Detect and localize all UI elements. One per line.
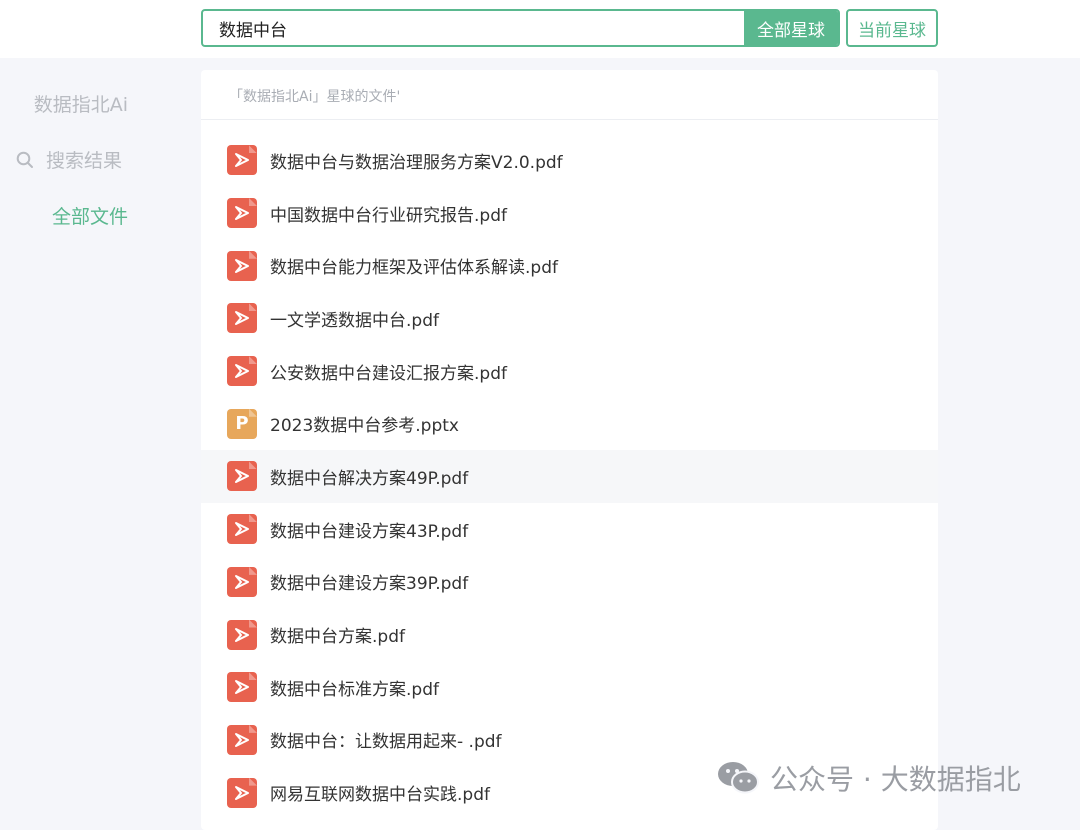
search-box: 全部星球 [201, 9, 840, 47]
file-row[interactable]: 数据中台标准方案.pdf [201, 661, 938, 714]
file-name: 数据中台：让数据用起来- .pdf [270, 732, 502, 753]
sidebar-item-search-results[interactable]: 搜索结果 [16, 146, 122, 173]
file-row[interactable]: 数据中台建设方案39P.pdf [201, 556, 938, 609]
all-planets-button[interactable]: 全部星球 [744, 11, 838, 45]
search-icon [16, 151, 33, 168]
pdf-file-icon [227, 619, 257, 650]
file-row[interactable]: 中国数据中台行业研究报告.pdf [201, 187, 938, 240]
file-name: 数据中台建设方案43P.pdf [270, 521, 469, 542]
pdf-file-icon [227, 303, 257, 334]
sidebar-item-label: 搜索结果 [46, 150, 123, 172]
panel-header: 「数据指北Ai」星球的文件' [201, 70, 938, 120]
pdf-file-icon [227, 250, 257, 281]
file-row[interactable]: P 2023数据中台参考.pptx [201, 397, 938, 450]
search-input[interactable] [203, 11, 744, 45]
file-name: 公安数据中台建设汇报方案.pdf [270, 363, 507, 384]
sidebar-title[interactable]: 数据指北Ai [34, 90, 128, 117]
file-name: 数据中台解决方案49P.pdf [270, 468, 469, 489]
file-name: 网易互联网数据中台实践.pdf [270, 785, 490, 806]
file-name: 数据中台建设方案39P.pdf [270, 574, 469, 595]
file-list: 数据中台与数据治理服务方案V2.0.pdf 中国数据中台行业研究报告.pdf 数据中… [201, 120, 938, 819]
file-name: 数据中台能力框架及评估体系解读.pdf [270, 258, 558, 279]
file-row[interactable]: 数据中台建设方案43P.pdf [201, 503, 938, 556]
pdf-file-icon [227, 145, 257, 176]
file-row[interactable]: 一文学透数据中台.pdf [201, 292, 938, 345]
file-name: 中国数据中台行业研究报告.pdf [270, 205, 507, 226]
file-row[interactable]: 数据中台解决方案49P.pdf [201, 450, 938, 503]
sidebar-item-all-files[interactable]: 全部文件 [52, 202, 128, 229]
pdf-file-icon [227, 724, 257, 755]
file-row[interactable]: 数据中台与数据治理服务方案V2.0.pdf [201, 134, 938, 187]
pdf-file-icon [227, 777, 257, 808]
pdf-file-icon [227, 566, 257, 597]
file-name: 数据中台与数据治理服务方案V2.0.pdf [270, 152, 563, 173]
watermark: 公众号 · 大数据指北 [716, 758, 1021, 798]
current-planet-button[interactable]: 当前星球 [846, 9, 938, 47]
pdf-file-icon [227, 198, 257, 229]
pdf-file-icon [227, 672, 257, 703]
file-row[interactable]: 数据中台能力框架及评估体系解读.pdf [201, 239, 938, 292]
pdf-file-icon [227, 461, 257, 492]
file-name: 2023数据中台参考.pptx [270, 416, 459, 437]
sidebar: 数据指北Ai 搜索结果 全部文件 [0, 58, 200, 820]
file-name: 一文学透数据中台.pdf [270, 310, 439, 331]
pptx-file-icon: P [227, 408, 257, 439]
pdf-file-icon [227, 356, 257, 387]
file-results-panel: 「数据指北Ai」星球的文件' 数据中台与数据治理服务方案V2.0.pdf 中国数据… [201, 70, 938, 830]
wechat-icon [718, 762, 759, 794]
watermark-text: 公众号 · 大数据指北 [770, 763, 1021, 796]
top-bar: 全部星球 当前星球 [0, 0, 1080, 58]
file-name: 数据中台标准方案.pdf [270, 679, 439, 700]
file-row[interactable]: 公安数据中台建设汇报方案.pdf [201, 345, 938, 398]
file-row[interactable]: 数据中台方案.pdf [201, 608, 938, 661]
pdf-file-icon [227, 514, 257, 545]
file-name: 数据中台方案.pdf [270, 627, 405, 648]
